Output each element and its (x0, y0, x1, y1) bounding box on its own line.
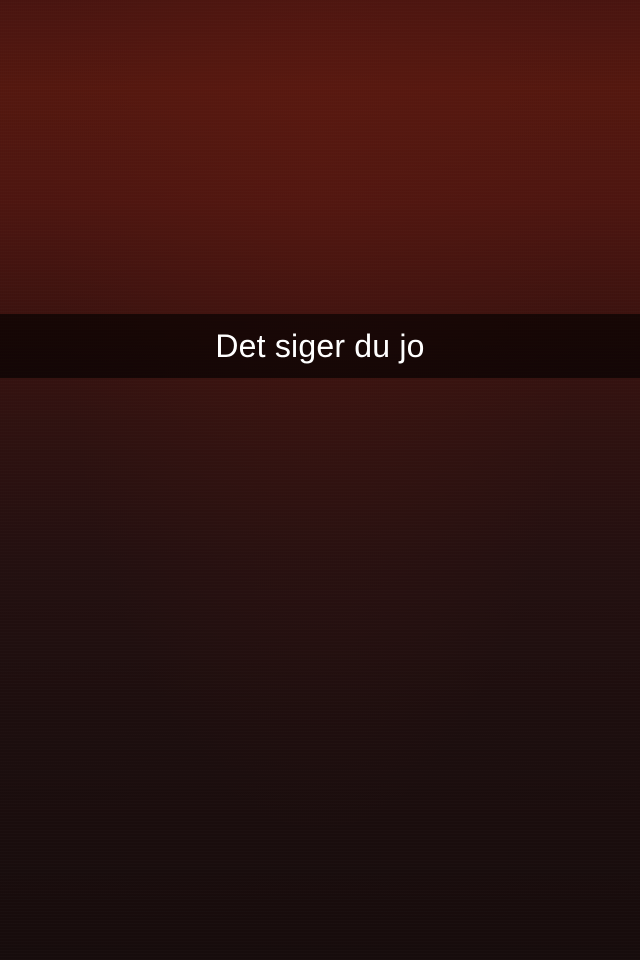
caption-bar: Det siger du jo (0, 314, 640, 378)
snap-photo-background: Det siger du jo (0, 0, 640, 960)
caption-text: Det siger du jo (215, 328, 425, 364)
